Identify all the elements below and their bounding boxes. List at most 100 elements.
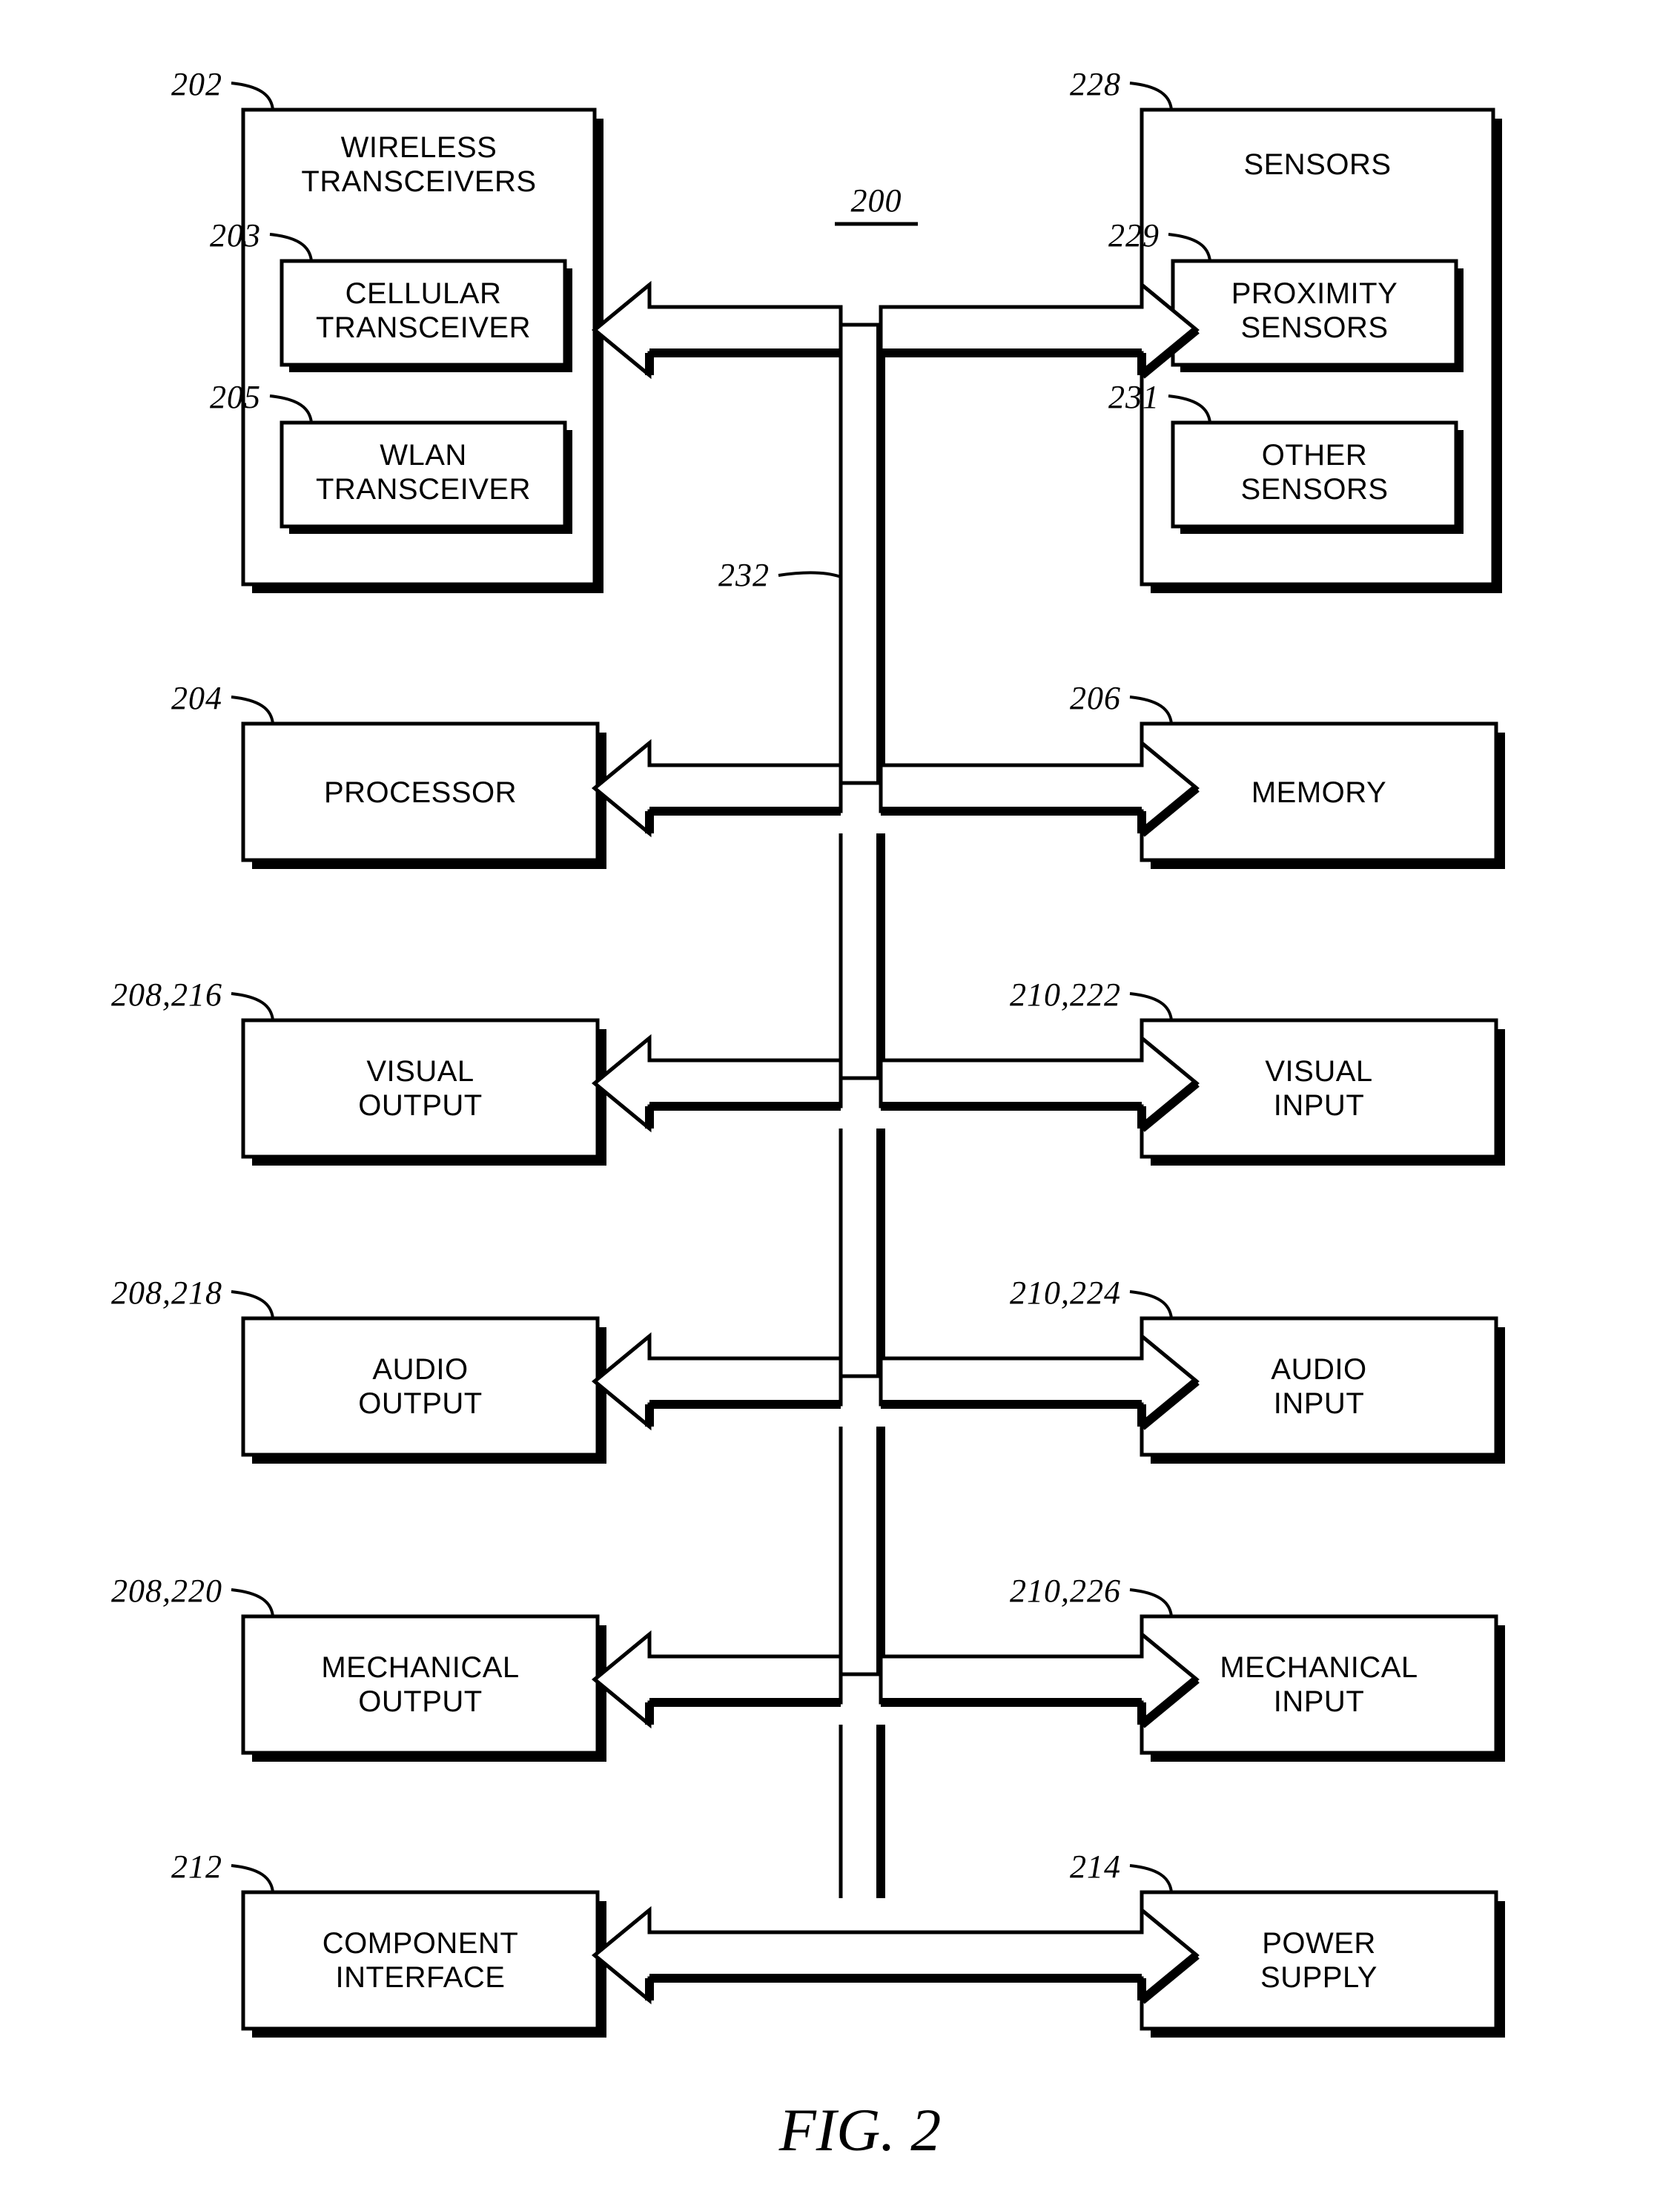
proximity-sensors-label-line2: SENSORS [1240,311,1388,344]
bus-arrow-row5 [592,1630,1200,1729]
block-sensors: SENSORS PROXIMITY SENSORS OTHER SENSORS [1140,108,1502,593]
leader-line-204 [231,695,274,724]
block-audio-input: AUDIO INPUT [1140,1316,1505,1464]
reference-callout-228: 228 [1070,66,1173,110]
leader-line-210-224 [1129,1290,1173,1319]
ref-label-212: 212 [171,1848,222,1885]
reference-callout-212: 212 [171,1848,274,1893]
reference-callout-214: 214 [1070,1848,1173,1893]
reference-callout-206: 206 [1070,680,1173,724]
bus-arrow-row4 [592,1332,1200,1431]
visual-output-box [241,1018,600,1159]
leader-line-208-220 [231,1588,274,1617]
leader-line-232 [778,571,841,578]
block-proximity-sensors: PROXIMITY SENSORS [1171,259,1464,372]
bus-row-4 [592,1332,1200,1431]
block-visual-input: VISUAL INPUT [1140,1018,1505,1166]
bus-row-2 [592,739,1200,838]
leader-line-214 [1129,1864,1173,1893]
leader-line-228 [1129,82,1173,110]
block-mechanical-output: MECHANICAL OUTPUT [241,1614,606,1762]
reference-callout-208-216: 208,216 [111,977,274,1021]
other-sensors-label-line2: SENSORS [1240,473,1388,506]
audio-output-label-line1: AUDIO [372,1353,468,1386]
wireless-transceivers-label-line2: TRANSCEIVERS [301,165,536,198]
block-component-interface: COMPONENT INTERFACE [241,1890,606,2038]
bus-row-3 [592,1034,1200,1133]
leader-line-212 [231,1864,274,1893]
leader-line-210-226 [1129,1588,1173,1617]
block-visual-output: VISUAL OUTPUT [241,1018,606,1166]
component-interface-label-line2: INTERFACE [336,1961,506,1994]
mechanical-output-label-line2: OUTPUT [358,1685,482,1718]
cellular-transceiver-label-line1: CELLULAR [345,277,502,310]
patent-figure-2: WIRELESS TRANSCEIVERS CELLULAR TRANSCEIV… [0,0,1680,2194]
ref-label-210-226: 210,226 [1010,1573,1121,1609]
leader-line-202 [231,82,274,110]
block-cellular-transceiver: CELLULAR TRANSCEIVER [280,259,572,372]
block-diagram-canvas: WIRELESS TRANSCEIVERS CELLULAR TRANSCEIV… [111,66,1505,2164]
ref-label-228: 228 [1070,66,1121,102]
ref-label-232: 232 [718,557,770,593]
reference-callout-202: 202 [171,66,274,110]
leader-line-208-218 [231,1290,274,1319]
bus-arrow-row6 [592,1906,1200,2005]
wireless-transceivers-label-line1: WIRELESS [341,131,497,164]
block-wlan-transceiver: WLAN TRANSCEIVER [280,420,572,534]
reference-callout-208-220: 208,220 [111,1573,274,1617]
block-audio-output: AUDIO OUTPUT [241,1316,606,1464]
reference-callout-210-224: 210,224 [1010,1275,1173,1319]
reference-callout-232: 232 [718,557,841,593]
visual-output-label-line2: OUTPUT [358,1089,482,1122]
ref-label-208-220: 208,220 [111,1573,222,1609]
leader-line-208-216 [231,992,274,1021]
power-supply-label-line2: SUPPLY [1260,1961,1378,1994]
ref-label-202: 202 [171,66,222,102]
bus-row-6 [592,1906,1200,2005]
bus-arrow-row2 [592,739,1200,838]
mechanical-input-label-line1: MECHANICAL [1220,1651,1418,1684]
block-processor: PROCESSOR [241,721,606,869]
memory-label-line1: MEMORY [1251,776,1386,809]
ref-label-205: 205 [210,379,261,415]
bus-row-5 [592,1630,1200,1729]
component-interface-label-line1: COMPONENT [323,1927,519,1960]
power-supply-label-line1: POWER [1262,1927,1376,1960]
component-interface-box [241,1890,600,2031]
ref-label-214: 214 [1070,1848,1121,1885]
visual-output-label-line1: VISUAL [366,1055,474,1088]
ref-label-208-216: 208,216 [111,977,222,1013]
leader-line-210-222 [1129,992,1173,1021]
audio-output-box [241,1316,600,1457]
block-mechanical-input: MECHANICAL INPUT [1140,1614,1505,1762]
other-sensors-label-line1: OTHER [1262,439,1368,472]
ref-label-203: 203 [210,217,261,254]
visual-input-label-line2: INPUT [1274,1089,1365,1122]
reference-callout-200: 200 [835,182,918,226]
audio-output-label-line2: OUTPUT [358,1387,482,1420]
figure-caption: FIG. 2 [778,2096,942,2164]
proximity-sensors-label-line1: PROXIMITY [1231,277,1398,310]
ref-label-210-224: 210,224 [1010,1275,1121,1311]
processor-label-line1: PROCESSOR [324,776,517,809]
bus-row-1 [592,280,1200,380]
ref-label-200: 200 [851,182,902,219]
ref-label-231: 231 [1108,379,1160,415]
wlan-transceiver-label-line2: TRANSCEIVER [316,473,531,506]
reference-callout-204: 204 [171,680,274,724]
wlan-transceiver-label-line1: WLAN [380,439,467,472]
ref-label-210-222: 210,222 [1010,977,1121,1013]
central-bus-rails [839,325,885,1898]
block-memory: MEMORY [1140,721,1505,869]
mechanical-output-label-line1: MECHANICAL [321,1651,519,1684]
ref-label-204: 204 [171,680,222,716]
block-power-supply: POWER SUPPLY [1140,1890,1505,2038]
block-other-sensors: OTHER SENSORS [1171,420,1464,534]
reference-callout-210-222: 210,222 [1010,977,1173,1021]
bus-arrow-row1 [592,280,1200,380]
ref-label-208-218: 208,218 [111,1275,222,1311]
mechanical-input-label-line2: INPUT [1274,1685,1365,1718]
sensors-label-line1: SENSORS [1243,148,1391,181]
audio-input-label-line1: AUDIO [1271,1353,1366,1386]
leader-line-206 [1129,695,1173,724]
